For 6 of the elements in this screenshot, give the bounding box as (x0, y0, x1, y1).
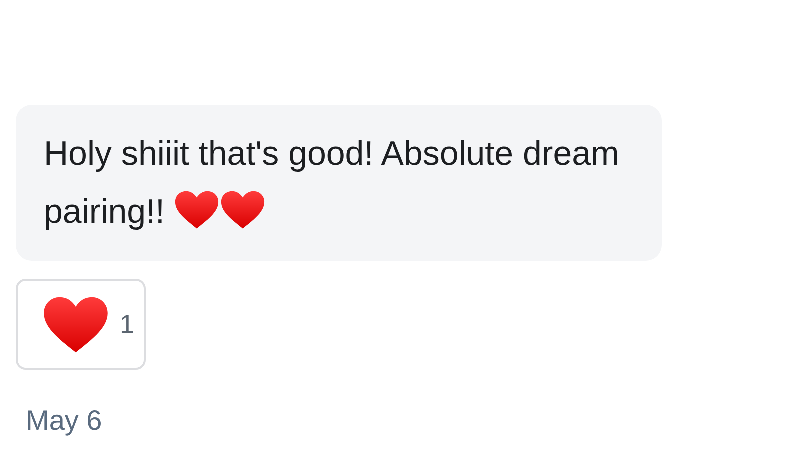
message-text: Holy shiiit that's good! Absolute dream pairing!! (44, 134, 620, 233)
heart-icon (174, 189, 220, 231)
reaction-button[interactable]: 1 (16, 279, 146, 370)
heart-icon (220, 189, 266, 231)
message-date: May 6 (26, 404, 104, 438)
heart-icon (42, 294, 110, 354)
